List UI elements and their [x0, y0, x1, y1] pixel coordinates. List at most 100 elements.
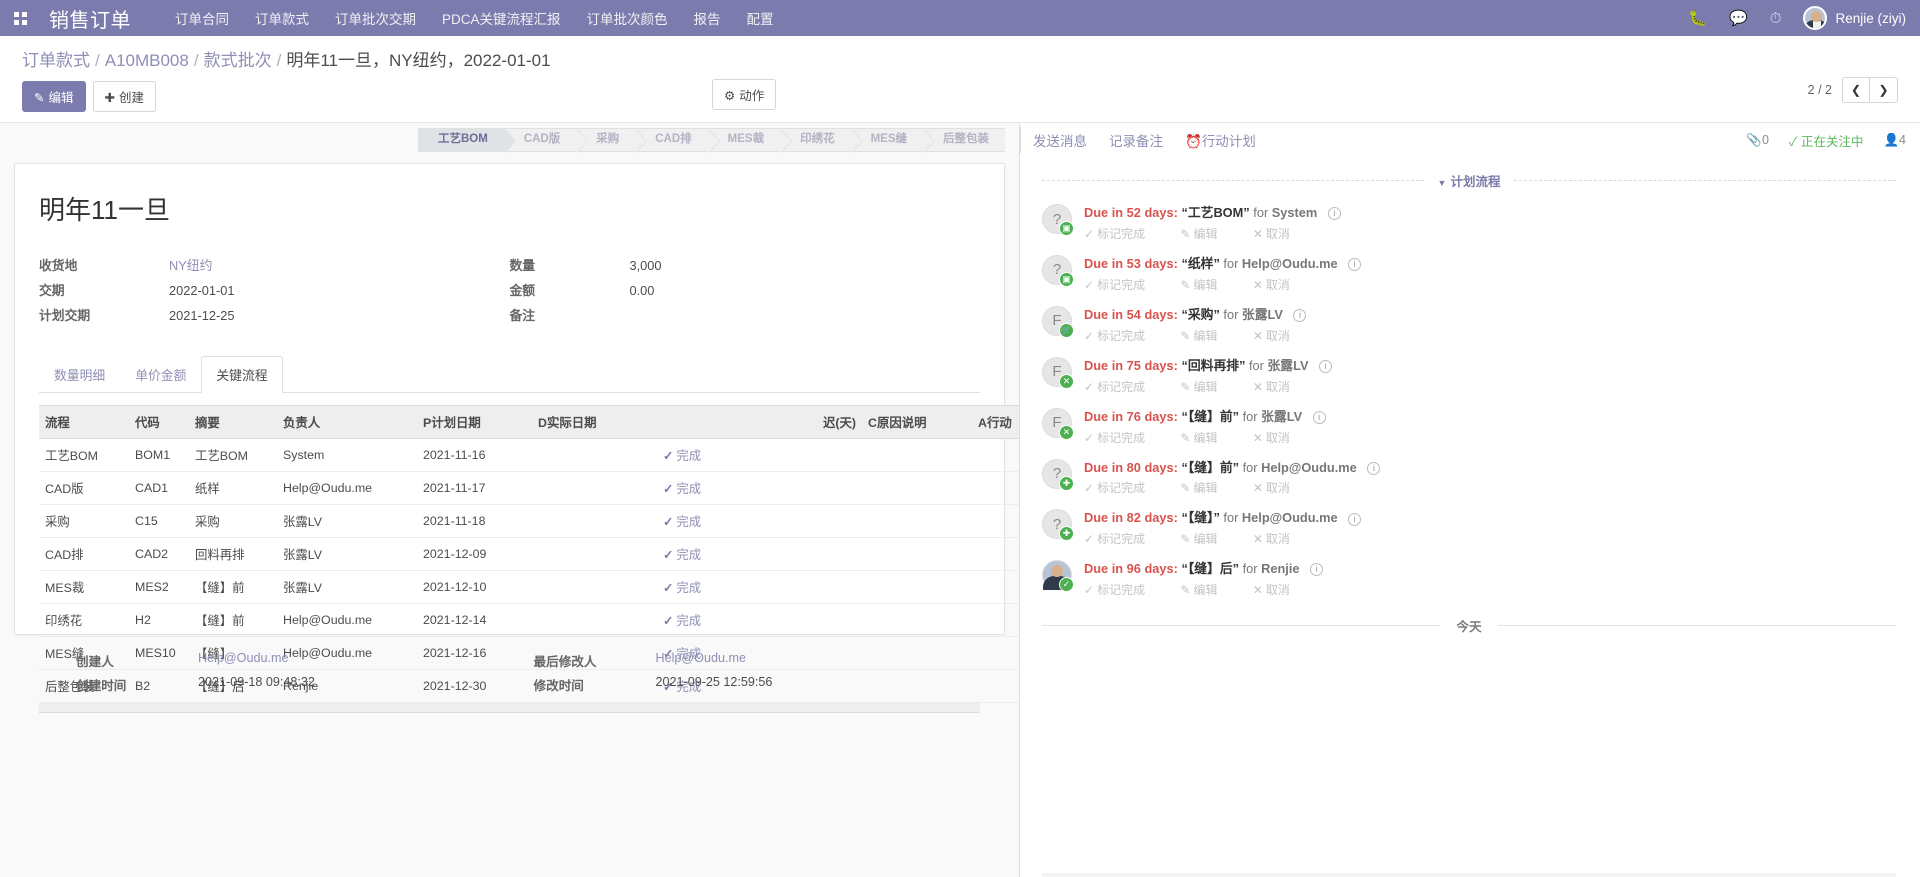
following-toggle[interactable]: ✓ 正在关注中 — [1789, 131, 1864, 150]
activity-cancel[interactable]: ✕ 取消 — [1253, 481, 1306, 495]
top-menu-item-0[interactable]: 订单合同 — [175, 8, 229, 28]
activity-edit[interactable]: ✎ 编辑 — [1180, 583, 1233, 597]
cell-process: CAD版 — [39, 471, 129, 505]
column-header-owner[interactable]: 负责人 — [277, 405, 417, 439]
table-row[interactable]: MES裁 MES2 【缝】前 张露LV 2021-12-10 ✓ 完成 — [39, 570, 1019, 604]
breadcrumb-item-2[interactable]: 款式批次 — [204, 51, 272, 70]
chat-icon[interactable]: 💬 — [1729, 11, 1748, 26]
breadcrumb-item-1[interactable]: A10MB008 — [105, 51, 189, 70]
column-header-action-plan[interactable]: A行动 — [972, 405, 1019, 439]
activity-cancel[interactable]: ✕ 取消 — [1253, 380, 1306, 394]
activity-cancel[interactable]: ✕ 取消 — [1253, 278, 1306, 292]
column-header-plan-date[interactable]: P计划日期 — [417, 405, 532, 439]
status-item-0[interactable]: 工艺BOM — [417, 128, 516, 153]
top-menu-item-3[interactable]: PDCA关键流程汇报 — [442, 8, 561, 28]
activity-mark-done[interactable]: ✓ 标记完成 — [1084, 329, 1161, 343]
cell-late-days — [812, 438, 862, 472]
info-icon[interactable]: i — [1293, 308, 1307, 322]
status-item-7[interactable]: 后整包装 — [923, 128, 1005, 152]
mark-done-link[interactable]: ✓ 完成 — [663, 581, 701, 595]
info-icon[interactable]: i — [1348, 512, 1362, 526]
activity-tools: ✓ 标记完成 ✎ 编辑 ✕ 取消 — [1084, 327, 1896, 344]
activity-cancel[interactable]: ✕ 取消 — [1253, 532, 1306, 546]
info-icon[interactable]: i — [1327, 207, 1341, 221]
activity-cancel[interactable]: ✕ 取消 — [1253, 431, 1306, 445]
check-icon: ✓ — [1084, 583, 1095, 598]
top-menu-item-1[interactable]: 订单款式 — [255, 8, 309, 28]
audit-value-modified-by[interactable]: Help@Oudu.me — [656, 651, 747, 670]
tab-key-process[interactable]: 关键流程 — [201, 356, 283, 393]
mark-done-link[interactable]: ✓ 完成 — [663, 515, 701, 529]
activity-edit[interactable]: ✎ 编辑 — [1180, 227, 1233, 241]
top-menu-item-6[interactable]: 配置 — [747, 8, 774, 28]
schedule-activity-button[interactable]: ⏰行动计划 — [1185, 130, 1256, 150]
send-message-button[interactable]: 发送消息 — [1033, 130, 1087, 150]
activity-mark-done[interactable]: ✓ 标记完成 — [1084, 481, 1161, 495]
planned-activities-title[interactable]: ▼ 计划流程 — [1424, 171, 1515, 190]
table-row[interactable]: 采购 C15 采购 张露LV 2021-11-18 ✓ 完成 — [39, 504, 1019, 538]
breadcrumb-item-0[interactable]: 订单款式 — [22, 51, 90, 70]
table-row[interactable]: 工艺BOM BOM1 工艺BOM System 2021-11-16 ✓ 完成 — [39, 438, 1019, 472]
bug-icon[interactable]: 🐛 — [1688, 11, 1707, 26]
activity-mark-done[interactable]: ✓ 标记完成 — [1084, 583, 1161, 597]
mark-done-link[interactable]: ✓ 完成 — [663, 482, 701, 496]
activity-mark-done[interactable]: ✓ 标记完成 — [1084, 380, 1161, 394]
activity-cancel[interactable]: ✕ 取消 — [1253, 583, 1306, 597]
info-icon[interactable]: i — [1319, 359, 1333, 373]
audit-value-created-by[interactable]: Help@Oudu.me — [198, 651, 289, 670]
mark-done-link[interactable]: ✓ 完成 — [663, 614, 701, 628]
pager-next-button[interactable]: ❯ — [1870, 77, 1898, 103]
tab-quantity-detail[interactable]: 数量明细 — [39, 356, 120, 393]
cell-cause — [862, 603, 972, 637]
pager-previous-button[interactable]: ❮ — [1842, 77, 1870, 103]
top-menu-item-5[interactable]: 报告 — [694, 8, 721, 28]
column-header-action — [657, 405, 812, 439]
check-icon: ✓ — [1084, 481, 1095, 496]
top-menu-item-4[interactable]: 订单批次颜色 — [587, 8, 668, 28]
activity-name: “【缝】” — [1181, 510, 1220, 526]
user-menu[interactable]: Renjie (ziyi) — [1803, 6, 1906, 30]
clock-icon[interactable]: ⏱ — [1770, 11, 1782, 26]
action-button[interactable]: ⚙ 动作 — [712, 79, 777, 110]
top-menu-item-2[interactable]: 订单批次交期 — [335, 8, 416, 28]
activity-name: “回料再排” — [1181, 357, 1246, 373]
activity-item: ? ▣ Due in 52 days: “工艺BOM” for System i … — [1042, 204, 1896, 242]
activity-mark-done[interactable]: ✓ 标记完成 — [1084, 532, 1161, 546]
tab-unit-price[interactable]: 单价金额 — [120, 356, 201, 393]
column-header-code[interactable]: 代码 — [129, 405, 189, 439]
mark-done-link[interactable]: ✓ 完成 — [663, 548, 701, 562]
table-row[interactable]: 印绣花 H2 【缝】前 Help@Oudu.me 2021-12-14 ✓ 完成 — [39, 603, 1019, 637]
table-row[interactable]: CAD排 CAD2 回料再排 张露LV 2021-12-09 ✓ 完成 — [39, 537, 1019, 571]
activity-mark-done[interactable]: ✓ 标记完成 — [1084, 431, 1161, 445]
photo-avatar: ✓ — [1042, 560, 1074, 593]
create-button[interactable]: ✚ 创建 — [92, 81, 156, 112]
table-row[interactable]: CAD版 CAD1 纸样 Help@Oudu.me 2021-11-17 ✓ 完成 — [39, 471, 1019, 505]
activity-edit[interactable]: ✎ 编辑 — [1180, 380, 1233, 394]
activity-cancel[interactable]: ✕ 取消 — [1253, 227, 1306, 241]
activity-edit[interactable]: ✎ 编辑 — [1180, 278, 1233, 292]
edit-button[interactable]: ✎ 编辑 — [22, 81, 86, 112]
column-header-actual-date[interactable]: D实际日期 — [532, 405, 657, 439]
mark-done-link[interactable]: ✓ 完成 — [663, 449, 701, 463]
field-value-delivery-place[interactable]: NY纽约 — [169, 255, 212, 274]
activity-mark-done[interactable]: ✓ 标记完成 — [1084, 227, 1161, 241]
apps-grid-icon[interactable] — [14, 11, 27, 25]
column-header-process[interactable]: 流程 — [39, 405, 129, 439]
activity-edit[interactable]: ✎ 编辑 — [1180, 532, 1233, 546]
column-header-cause[interactable]: C原因说明 — [862, 405, 972, 439]
activity-edit[interactable]: ✎ 编辑 — [1180, 329, 1233, 343]
log-note-button[interactable]: 记录备注 — [1109, 130, 1163, 150]
activity-summary: Due in 75 days: “回料再排” for 张露LV i — [1084, 357, 1896, 375]
info-icon[interactable]: i — [1367, 461, 1381, 475]
info-icon[interactable]: i — [1348, 258, 1362, 272]
activity-edit[interactable]: ✎ 编辑 — [1180, 431, 1233, 445]
activity-cancel[interactable]: ✕ 取消 — [1253, 329, 1306, 343]
followers-counter[interactable]: 👤4 — [1883, 133, 1906, 148]
activity-mark-done[interactable]: ✓ 标记完成 — [1084, 278, 1161, 292]
column-header-summary[interactable]: 摘要 — [189, 405, 277, 439]
info-icon[interactable]: i — [1312, 410, 1326, 424]
column-header-late-days[interactable]: 迟(天) — [812, 405, 862, 439]
info-icon[interactable]: i — [1310, 563, 1324, 577]
attachment-counter[interactable]: 📎0 — [1746, 133, 1769, 148]
activity-edit[interactable]: ✎ 编辑 — [1180, 481, 1233, 495]
